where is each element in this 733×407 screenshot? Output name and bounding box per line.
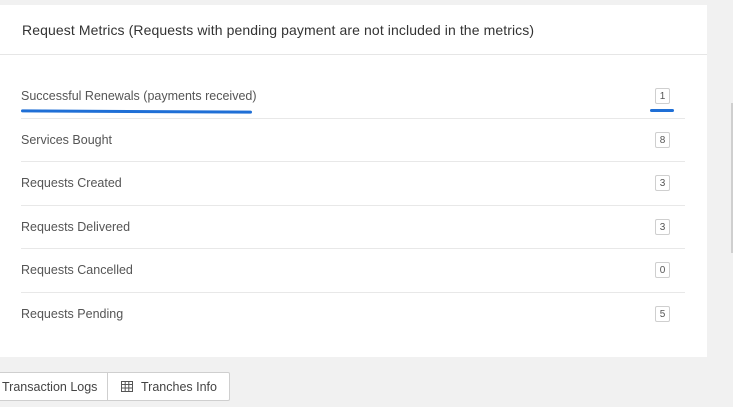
tab-transaction-logs[interactable]: Transaction Logs bbox=[0, 372, 108, 401]
metric-row-requests-delivered: Requests Delivered 3 bbox=[21, 206, 685, 249]
metric-count-badge: 0 bbox=[655, 262, 670, 279]
metric-label: Requests Pending bbox=[21, 307, 124, 322]
tab-tranches-info[interactable]: Tranches Info bbox=[108, 372, 230, 401]
metric-label: Requests Created bbox=[21, 176, 122, 191]
metric-label: Requests Delivered bbox=[21, 219, 131, 234]
panel-header: Request Metrics (Requests with pending p… bbox=[0, 5, 707, 55]
metric-count-badge: 3 bbox=[655, 175, 670, 192]
metric-row-requests-pending: Requests Pending 5 bbox=[21, 293, 685, 337]
metric-count-badge: 1 bbox=[655, 88, 670, 105]
metric-label: Services Bought bbox=[21, 132, 113, 147]
table-icon bbox=[121, 381, 133, 392]
metric-row-requests-cancelled: Requests Cancelled 0 bbox=[21, 249, 685, 293]
metrics-list: Successful Renewals (payments received) … bbox=[21, 75, 685, 336]
metric-count-badge: 8 bbox=[655, 131, 670, 148]
annotation-underline-badge bbox=[650, 109, 674, 112]
metric-label: Successful Renewals (payments received) bbox=[21, 89, 257, 104]
request-metrics-panel: Request Metrics (Requests with pending p… bbox=[0, 5, 707, 357]
metric-count-badge: 3 bbox=[655, 218, 670, 235]
tab-label: Transaction Logs bbox=[2, 379, 98, 394]
panel-title: Request Metrics (Requests with pending p… bbox=[22, 21, 535, 38]
metric-count-badge: 5 bbox=[655, 306, 670, 323]
tab-label: Tranches Info bbox=[141, 379, 217, 394]
metric-row-services-bought: Services Bought 8 bbox=[21, 119, 685, 162]
metric-label: Requests Cancelled bbox=[21, 263, 133, 278]
bottom-tabs: Transaction Logs Tranches Info bbox=[0, 372, 230, 401]
metric-row-requests-created: Requests Created 3 bbox=[21, 162, 685, 206]
